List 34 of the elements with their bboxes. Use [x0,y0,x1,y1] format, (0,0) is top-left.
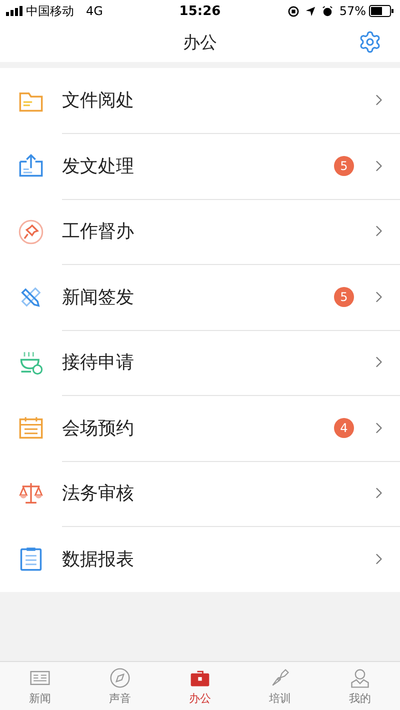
menu-item-label[interactable]: 会场预约 [62,416,334,440]
menu-item-label[interactable]: 数据报表 [62,547,370,572]
network-type: 4G [86,4,103,18]
signal-icon [6,6,23,16]
menu-item-label[interactable]: 文件阅处 [62,88,370,112]
tab-button[interactable]: 我的 [320,662,400,710]
upload-icon [18,153,44,180]
page-title: 办公 [183,32,217,54]
settings-button[interactable] [358,30,382,54]
compass-icon [109,666,131,688]
tab-button[interactable]: 声音 [80,662,160,710]
calendar-icon [18,415,44,442]
clipboard-icon [18,546,44,572]
status-time: 15:26 [179,4,221,18]
person-icon [349,666,371,688]
menu-item-label[interactable]: 发文处理 [62,154,334,178]
menu-item-label[interactable]: 接待申请 [62,350,370,374]
cup-icon [18,350,44,376]
battery-percent: 57% [339,4,366,18]
tab-button[interactable]: 办公 [160,662,240,710]
carrier-name: 中国移动 [26,2,74,20]
count-badge: 4 [334,418,354,438]
alarm-icon [322,6,334,16]
rotation-lock-icon [288,6,300,16]
tab-button[interactable]: 新闻 [0,662,80,710]
pin-icon [18,218,44,245]
count-badge: 5 [334,156,354,176]
count-badge: 5 [334,286,354,307]
battery-icon [369,5,394,17]
menu-item-label[interactable]: 新闻签发 [62,284,334,309]
location-icon [305,6,316,16]
tab-button[interactable]: 培训 [240,662,320,710]
menu-item-label[interactable]: 法务审核 [62,481,370,506]
menu-item-label[interactable]: 工作督办 [62,219,370,244]
